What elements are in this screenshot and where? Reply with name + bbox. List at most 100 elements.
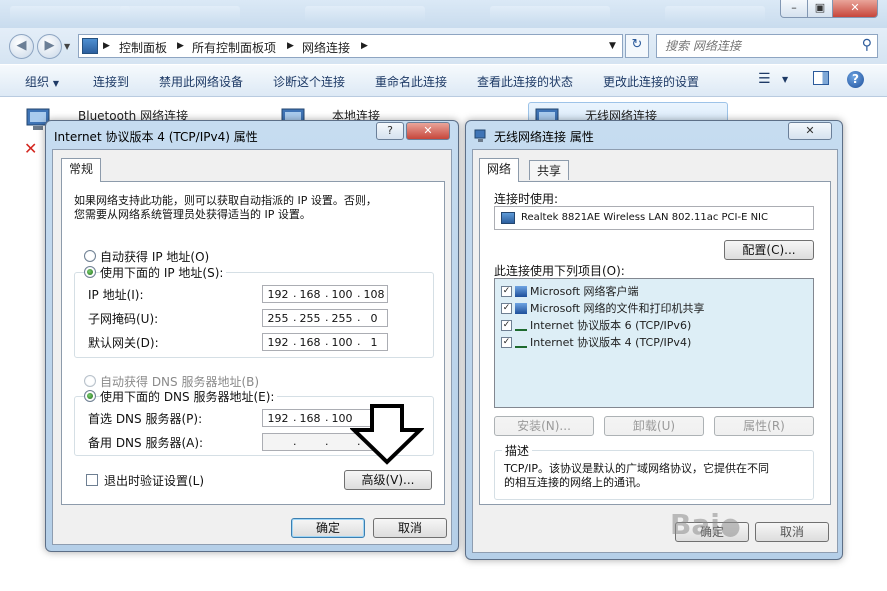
network-icon (474, 129, 488, 143)
item-checkbox[interactable]: ✓ (501, 319, 512, 331)
back-arrow-icon: ◀ (16, 38, 27, 53)
item-checkbox[interactable]: ✓ (501, 302, 512, 314)
connect-to-button[interactable]: 连接到 (93, 73, 129, 90)
red-x-icon: ✕ (24, 139, 38, 158)
ok-button[interactable]: 确定 (291, 518, 365, 538)
manual-ip-radio[interactable] (84, 266, 96, 278)
manual-ip-label: 使用下面的 IP 地址(S): (100, 264, 227, 281)
preferred-dns-label: 首选 DNS 服务器(P): (88, 412, 203, 426)
intro-text: 您需要从网络系统管理员处获得适当的 IP 设置。 (74, 208, 311, 221)
tab-sharing[interactable]: 共享 (529, 160, 570, 180)
dialog-body: 常规 如果网络支持此功能，则可以获取自动指派的 IP 设置。否则， 您需要从网络… (52, 149, 452, 545)
help-button[interactable]: ? (376, 122, 404, 140)
description-title: 描述 (502, 442, 533, 459)
install-button[interactable]: 安装(N)... (494, 416, 594, 436)
ip-address-input[interactable]: 192. 168. 100. 108 (262, 285, 388, 303)
refresh-button[interactable]: ↻ (625, 34, 649, 58)
address-input[interactable]: ▶ 控制面板 ▶ 所有控制面板项 ▶ 网络连接 ▶ ▼ (78, 34, 623, 58)
network-panel: 连接时使用: Realtek 8821AE Wireless LAN 802.1… (479, 181, 831, 505)
organize-menu[interactable]: 组织 ▼ (25, 73, 59, 90)
protocol-icon (515, 320, 527, 331)
wireless-properties-dialog: 无线网络连接 属性 ✕ 网络 共享 连接时使用: Realtek 8821AE … (465, 120, 843, 560)
forward-button[interactable]: ▶ (37, 34, 62, 59)
close-button[interactable]: ✕ (832, 0, 878, 18)
address-bar-area: ◀ ▶ ▼ ▶ 控制面板 ▶ 所有控制面板项 ▶ 网络连接 ▶ ▼ ↻ ⚲ (0, 28, 887, 64)
items-label: 此连接使用下列项目(O): (494, 264, 625, 278)
refresh-icon: ↻ (631, 37, 643, 52)
window-top-strip: – ▣ ✕ (0, 0, 887, 28)
close-button[interactable]: ✕ (406, 122, 450, 140)
general-panel: 如果网络支持此功能，则可以获取自动指派的 IP 设置。否则， 您需要从网络系统管… (61, 181, 445, 505)
help-icon[interactable]: ? (847, 71, 864, 88)
down-arrow-icon (350, 404, 424, 465)
auto-dns-radio[interactable] (84, 375, 96, 387)
ipv4-properties-dialog: Internet 协议版本 4 (TCP/IPv4) 属性 ? ✕ 常规 如果网… (45, 120, 459, 552)
list-item[interactable]: ✓ Microsoft 网络的文件和打印机共享 (501, 300, 705, 316)
rename-button[interactable]: 重命名此连接 (375, 73, 447, 90)
cancel-button[interactable]: 取消 (373, 518, 447, 538)
advanced-button[interactable]: 高级(V)... (344, 470, 432, 490)
command-bar: 组织 ▼ 连接到 禁用此网络设备 诊断这个连接 重命名此连接 查看此连接的状态 … (0, 64, 887, 97)
tab-network[interactable]: 网络 (479, 158, 520, 182)
items-listbox: ✓ Microsoft 网络客户端 ✓ Microsoft 网络的文件和打印机共享 … (494, 278, 814, 408)
list-item[interactable]: ✓ Internet 协议版本 4 (TCP/IPv4) (501, 334, 691, 350)
diagnose-button[interactable]: 诊断这个连接 (273, 73, 345, 90)
ip-address-label: IP 地址(I): (88, 288, 144, 302)
list-item[interactable]: ✓ Internet 协议版本 6 (TCP/IPv6) (501, 317, 691, 333)
adapter-name: Realtek 8821AE Wireless LAN 802.11ac PCI… (521, 212, 768, 223)
minimize-button[interactable]: – (780, 0, 808, 18)
subnet-mask-label: 子网掩码(U): (88, 312, 159, 326)
preview-pane-icon[interactable] (813, 71, 829, 85)
forward-arrow-icon: ▶ (44, 38, 55, 53)
validate-checkbox[interactable] (86, 474, 98, 486)
breadcrumb-item[interactable]: 控制面板 (119, 39, 167, 56)
view-status-button[interactable]: 查看此连接的状态 (477, 73, 573, 90)
properties-button[interactable]: 属性(R) (714, 416, 814, 436)
dialog-body: 网络 共享 连接时使用: Realtek 8821AE Wireless LAN… (472, 149, 838, 553)
search-box[interactable]: ⚲ (656, 34, 878, 58)
protocol-icon (515, 337, 527, 348)
recent-pages-chevron-icon[interactable]: ▼ (64, 42, 70, 51)
taskbar-thumb (665, 6, 765, 22)
auto-ip-label: 自动获得 IP 地址(O) (100, 250, 210, 264)
item-checkbox[interactable]: ✓ (501, 285, 512, 297)
view-dropdown-icon[interactable]: ▼ (782, 75, 788, 84)
watermark-logo: Bai● (670, 508, 741, 541)
description-text: 的相互连接的网络上的通讯。 (504, 476, 647, 489)
tab-general[interactable]: 常规 (61, 158, 102, 182)
view-options-icon[interactable]: ☰ (758, 71, 771, 87)
connect-using-label: 连接时使用: (494, 192, 559, 206)
breadcrumb-item[interactable]: 网络连接 (302, 39, 350, 56)
back-button[interactable]: ◀ (9, 34, 34, 59)
taskbar-thumb (305, 6, 425, 22)
manual-dns-radio[interactable] (84, 390, 96, 402)
manual-dns-label: 使用下面的 DNS 服务器地址(E): (100, 388, 278, 405)
gateway-label: 默认网关(D): (88, 336, 159, 350)
taskbar-thumb (10, 6, 130, 22)
breadcrumb-item[interactable]: 所有控制面板项 (192, 39, 276, 56)
list-item[interactable]: ✓ Microsoft 网络客户端 (501, 283, 639, 299)
taskbar-thumb (120, 6, 240, 22)
change-settings-button[interactable]: 更改此连接的设置 (603, 73, 699, 90)
disable-device-button[interactable]: 禁用此网络设备 (159, 73, 243, 90)
uninstall-button[interactable]: 卸载(U) (604, 416, 704, 436)
close-button[interactable]: ✕ (788, 122, 832, 140)
alternate-dns-label: 备用 DNS 服务器(A): (88, 436, 204, 450)
search-input[interactable] (665, 38, 855, 54)
search-icon[interactable]: ⚲ (862, 37, 872, 53)
dialog-title: Internet 协议版本 4 (TCP/IPv4) 属性 (54, 130, 258, 144)
auto-ip-radio[interactable] (84, 250, 96, 262)
subnet-mask-input[interactable]: 255. 255. 255. 0 (262, 309, 388, 327)
maximize-button[interactable]: ▣ (807, 0, 833, 18)
service-icon (515, 302, 527, 314)
adapter-icon (501, 212, 515, 224)
configure-button[interactable]: 配置(C)... (724, 240, 814, 260)
gateway-input[interactable]: 192. 168. 100. 1 (262, 333, 388, 351)
client-icon (515, 285, 527, 297)
address-dropdown-icon[interactable]: ▼ (609, 41, 616, 51)
item-checkbox[interactable]: ✓ (501, 336, 512, 348)
control-panel-icon (82, 38, 98, 54)
chevron-down-icon: ▼ (52, 79, 59, 88)
adapter-box: Realtek 8821AE Wireless LAN 802.11ac PCI… (494, 206, 814, 230)
validate-label: 退出时验证设置(L) (104, 474, 205, 488)
